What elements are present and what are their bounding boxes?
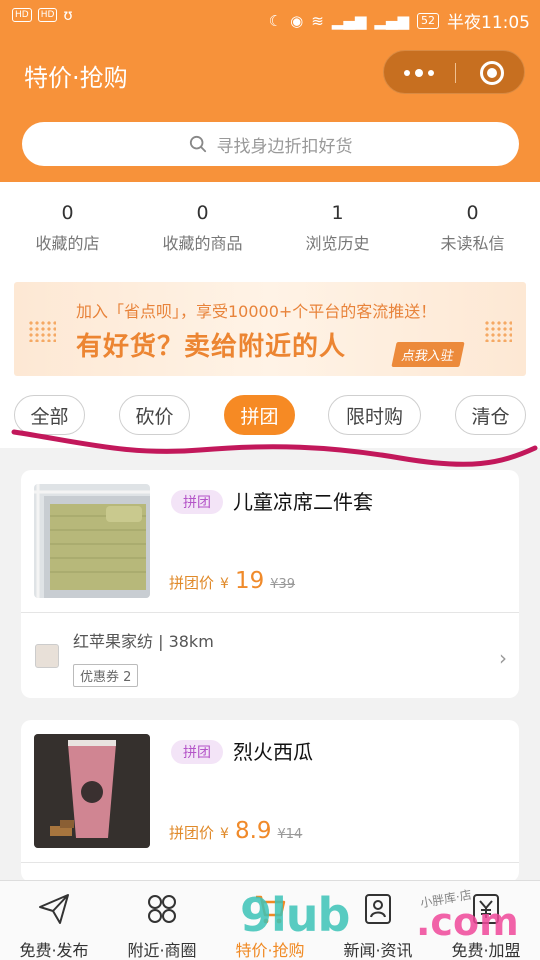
divider	[21, 612, 519, 613]
stat-favorite-products[interactable]: 0 收藏的商品	[135, 182, 270, 270]
user-stats: 0 收藏的店 0 收藏的商品 1 浏览历史 0 未读私信	[0, 182, 540, 270]
store-avatar	[35, 644, 59, 668]
miniprogram-capsule	[383, 50, 525, 94]
promo-banner[interactable]: 加入「省点呗」，享受10000+个平台的客流推送！ 有好货？卖给附近的人 点我入…	[14, 282, 526, 376]
hd-badge: HD	[12, 8, 32, 22]
price-label: 拼团价	[169, 574, 215, 592]
grid-icon	[148, 895, 176, 923]
nav-nearby[interactable]: 附近·商圈	[108, 881, 216, 960]
coupon-badge[interactable]: 优惠券 2	[73, 664, 139, 687]
nav-label: 特价·抢购	[235, 941, 305, 960]
divider	[21, 862, 519, 863]
stat-label: 收藏的店	[35, 234, 100, 253]
status-left: HD HD ʊ	[12, 6, 73, 24]
search-icon	[189, 135, 206, 153]
app-header: HD HD ʊ ☾ ◉ ≋ ▂▄▆ ▂▄▆ 52 半夜11:05 特价·抢购 寻…	[0, 0, 540, 182]
banner-headline: 有好货？卖给附近的人	[76, 332, 347, 362]
stat-count: 1	[331, 202, 344, 224]
status-right: ☾ ◉ ≋ ▂▄▆ ▂▄▆ 52 半夜11:05	[268, 8, 530, 34]
stat-unread-messages[interactable]: 0 未读私信	[405, 182, 540, 270]
dot-pattern-left	[28, 320, 56, 342]
dot-icon	[415, 69, 423, 77]
original-price: ¥39	[270, 577, 296, 592]
stat-label: 浏览历史	[305, 234, 370, 253]
stat-browse-history[interactable]: 1 浏览历史	[270, 182, 405, 270]
tab-group-buy[interactable]: 拼团	[224, 395, 295, 435]
dot-pattern-right	[484, 320, 512, 342]
news-icon	[365, 894, 391, 924]
product-name: 儿童凉席二件套	[233, 490, 373, 514]
price-row: 拼团价 ¥ 8.9 ¥14	[169, 818, 302, 844]
hd-badge: HD	[37, 8, 58, 22]
close-target-icon[interactable]	[480, 61, 504, 85]
category-tabs: 全部 砍价 拼团 限时购 清仓	[0, 380, 540, 448]
tab-flash-sale[interactable]: 限时购	[328, 395, 421, 435]
clock: 半夜11:05	[447, 13, 530, 33]
search-placeholder: 寻找身边折扣好货	[216, 136, 353, 157]
nav-special-offers[interactable]: 特价·抢购	[216, 881, 324, 960]
stat-favorite-stores[interactable]: 0 收藏的店	[0, 182, 135, 270]
product-card[interactable]: 拼团 烈火西瓜 拼团价 ¥ 8.9 ¥14	[21, 720, 519, 882]
currency-symbol: ¥	[220, 826, 229, 842]
cart-icon	[256, 895, 286, 924]
send-icon	[39, 894, 69, 924]
moon-icon: ☾	[268, 11, 283, 30]
group-price: 19	[234, 568, 265, 594]
eye-icon: ◉	[290, 11, 304, 30]
nav-news[interactable]: 新闻·资讯	[324, 881, 432, 960]
chevron-right-icon[interactable]: ›	[499, 646, 507, 670]
tab-clearance[interactable]: 清仓	[455, 395, 526, 435]
stat-count: 0	[196, 202, 209, 224]
join-icon	[473, 894, 499, 924]
signal-icon-2: ▂▄▆	[374, 11, 409, 30]
original-price: ¥14	[277, 827, 303, 842]
tab-all[interactable]: 全部	[14, 395, 85, 435]
more-button[interactable]	[384, 51, 454, 95]
nav-join[interactable]: 免费·加盟	[432, 881, 540, 960]
nav-label: 附近·商圈	[127, 941, 197, 960]
dot-icon	[404, 70, 410, 76]
signal-icon: ▂▄▆	[331, 11, 367, 30]
group-price: 8.9	[234, 818, 272, 844]
product-card[interactable]: 拼团 儿童凉席二件套 拼团价 ¥ 19 ¥39 红苹果家纺 | 38km 优惠券…	[21, 470, 519, 698]
group-buy-tag: 拼团	[171, 490, 223, 514]
search-input[interactable]: 寻找身边折扣好货	[22, 122, 519, 166]
status-bar: HD HD ʊ ☾ ◉ ≋ ▂▄▆ ▂▄▆ 52 半夜11:05	[0, 0, 540, 38]
wifi-icon: ≋	[311, 11, 324, 30]
nav-label: 免费·发布	[19, 941, 89, 960]
battery-icon: 52	[417, 12, 439, 29]
product-image	[34, 734, 150, 848]
notification-icon: ʊ	[63, 6, 73, 24]
product-image	[34, 484, 150, 598]
banner-section: 加入「省点呗」，享受10000+个平台的客流推送！ 有好货？卖给附近的人 点我入…	[0, 270, 540, 380]
price-row: 拼团价 ¥ 19 ¥39	[169, 568, 295, 594]
bottom-navigation: 免费·发布 附近·商圈 特价·抢购 新闻·资讯 免费·加盟	[0, 880, 540, 960]
stat-count: 0	[61, 202, 74, 224]
nav-free-post[interactable]: 免费·发布	[0, 881, 108, 960]
page-title: 特价·抢购	[24, 64, 128, 92]
stat-count: 0	[466, 202, 479, 224]
stat-label: 未读私信	[440, 234, 505, 253]
nav-label: 新闻·资讯	[343, 941, 413, 960]
group-buy-tag: 拼团	[171, 740, 223, 764]
banner-subtitle: 加入「省点呗」，享受10000+个平台的客流推送！	[76, 302, 437, 321]
dot-icon	[428, 70, 434, 76]
nav-label: 免费·加盟	[451, 941, 521, 960]
tab-bargain[interactable]: 砍价	[119, 395, 190, 435]
stat-label: 收藏的商品	[162, 234, 243, 253]
capsule-divider	[455, 63, 456, 83]
currency-symbol: ¥	[220, 576, 229, 592]
product-name: 烈火西瓜	[233, 740, 313, 764]
store-info[interactable]: 红苹果家纺 | 38km	[73, 628, 214, 652]
join-button[interactable]: 点我入驻	[391, 342, 465, 367]
price-label: 拼团价	[169, 824, 215, 842]
